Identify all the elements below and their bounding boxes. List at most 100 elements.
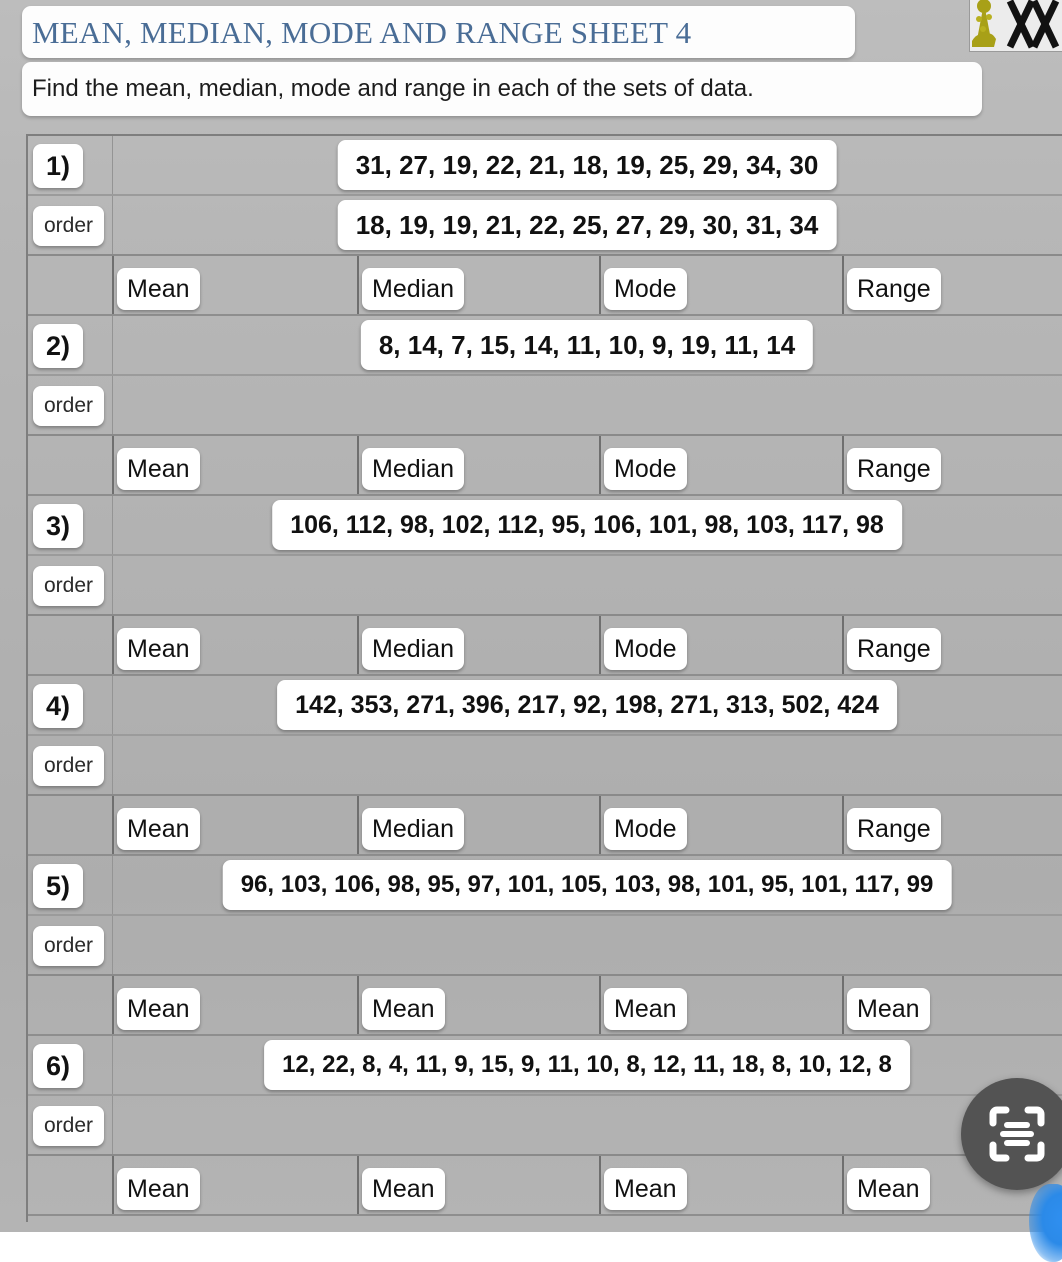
label-mean-3: Mean	[117, 628, 200, 670]
accent-highlight	[1029, 1184, 1062, 1262]
label-range-2: Range	[847, 448, 941, 490]
answer-row-1[interactable]: Mean Median Mode Range	[28, 256, 1062, 316]
order-row-4[interactable]: order	[28, 736, 1062, 796]
answer-row-3[interactable]: Mean Median Mode Range	[28, 616, 1062, 676]
label-median-6: Mean	[362, 1168, 445, 1210]
order-row-5[interactable]: order	[28, 916, 1062, 976]
order-label-5: order	[33, 926, 105, 966]
label-median-5: Mean	[362, 988, 445, 1030]
answer-row-5[interactable]: Mean Mean Mean Mean	[28, 976, 1062, 1036]
question-number-6: 6)	[33, 1044, 84, 1088]
label-mean-4: Mean	[117, 808, 200, 850]
column-divider	[599, 436, 601, 494]
question-group-3: 3) 106, 112, 98, 102, 112, 95, 106, 101,…	[28, 496, 1062, 676]
text-scan-fab-button[interactable]	[961, 1078, 1062, 1190]
column-divider	[599, 256, 601, 314]
column-divider	[842, 976, 844, 1034]
column-divider	[112, 376, 113, 434]
order-label-4: order	[33, 746, 105, 786]
question-row-4: 4) 142, 353, 271, 396, 217, 92, 198, 271…	[28, 676, 1062, 736]
label-median-4: Median	[362, 808, 464, 850]
column-divider	[842, 796, 844, 854]
order-row-1[interactable]: order 18, 19, 19, 21, 22, 25, 27, 29, 30…	[28, 196, 1062, 256]
column-divider	[112, 736, 113, 794]
label-median-1: Median	[362, 268, 464, 310]
instruction-text: Find the mean, median, mode and range in…	[32, 75, 754, 102]
order-label-2: order	[33, 386, 105, 426]
column-divider	[842, 1156, 844, 1214]
question-group-1: 1) 31, 27, 19, 22, 21, 18, 19, 25, 29, 3…	[28, 136, 1062, 316]
column-divider	[842, 616, 844, 674]
question-number-5: 5)	[33, 864, 84, 908]
order-row-2[interactable]: order	[28, 376, 1062, 436]
label-mean-1: Mean	[117, 268, 200, 310]
order-row-3[interactable]: order	[28, 556, 1062, 616]
question-row-1: 1) 31, 27, 19, 22, 21, 18, 19, 25, 29, 3…	[28, 136, 1062, 196]
column-divider	[599, 796, 601, 854]
label-range-6: Mean	[847, 1168, 930, 1210]
column-divider	[112, 1036, 113, 1094]
column-divider	[599, 976, 601, 1034]
data-set-2: 8, 14, 7, 15, 14, 11, 10, 9, 19, 11, 14	[360, 320, 814, 370]
column-divider	[112, 436, 114, 494]
data-set-6: 12, 22, 8, 4, 11, 9, 15, 9, 11, 10, 8, 1…	[264, 1040, 910, 1090]
column-divider	[112, 916, 113, 974]
column-divider	[112, 1156, 114, 1214]
label-mode-2: Mode	[604, 448, 687, 490]
answer-row-6[interactable]: Mean Mean Mean Mean	[28, 1156, 1062, 1216]
column-divider	[112, 676, 113, 734]
answer-row-2[interactable]: Mean Median Mode Range	[28, 436, 1062, 496]
question-number-4: 4)	[33, 684, 84, 728]
question-group-4: 4) 142, 353, 271, 396, 217, 92, 198, 271…	[28, 676, 1062, 856]
column-divider	[112, 196, 113, 254]
question-row-6: 6) 12, 22, 8, 4, 11, 9, 15, 9, 11, 10, 8…	[28, 1036, 1062, 1096]
label-mean-2: Mean	[117, 448, 200, 490]
question-row-3: 3) 106, 112, 98, 102, 112, 95, 106, 101,…	[28, 496, 1062, 556]
column-divider	[357, 1156, 359, 1214]
worksheet-table: 1) 31, 27, 19, 22, 21, 18, 19, 25, 29, 3…	[26, 134, 1062, 1222]
label-mean-5: Mean	[117, 988, 200, 1030]
ordered-set-1: 18, 19, 19, 21, 22, 25, 27, 29, 30, 31, …	[337, 200, 837, 250]
question-group-5: 5) 96, 103, 106, 98, 95, 97, 101, 105, 1…	[28, 856, 1062, 1036]
column-divider	[357, 256, 359, 314]
column-divider	[357, 976, 359, 1034]
order-label-6: order	[33, 1106, 105, 1146]
column-divider	[112, 496, 113, 554]
question-row-2: 2) 8, 14, 7, 15, 14, 11, 10, 9, 19, 11, …	[28, 316, 1062, 376]
label-mode-4: Mode	[604, 808, 687, 850]
label-mode-6: Mean	[604, 1168, 687, 1210]
column-divider	[112, 856, 113, 914]
column-divider	[599, 616, 601, 674]
order-label-3: order	[33, 566, 105, 606]
label-range-3: Range	[847, 628, 941, 670]
column-divider	[357, 796, 359, 854]
column-divider	[112, 976, 114, 1034]
math-salamanders-logo-icon	[969, 0, 1062, 52]
page-title: MEAN, MEDIAN, MODE AND RANGE SHEET 4	[32, 15, 692, 50]
question-group-6: 6) 12, 22, 8, 4, 11, 9, 15, 9, 11, 10, 8…	[28, 1036, 1062, 1216]
question-number-1: 1)	[33, 144, 84, 188]
question-number-3: 3)	[33, 504, 84, 548]
column-divider	[112, 1096, 113, 1154]
question-group-2: 2) 8, 14, 7, 15, 14, 11, 10, 9, 19, 11, …	[28, 316, 1062, 496]
label-range-1: Range	[847, 268, 941, 310]
answer-row-4[interactable]: Mean Median Mode Range	[28, 796, 1062, 856]
label-range-5: Mean	[847, 988, 930, 1030]
label-mean-6: Mean	[117, 1168, 200, 1210]
data-set-1: 31, 27, 19, 22, 21, 18, 19, 25, 29, 34, …	[337, 140, 837, 190]
column-divider	[357, 436, 359, 494]
column-divider	[357, 616, 359, 674]
column-divider	[112, 796, 114, 854]
label-range-4: Range	[847, 808, 941, 850]
label-mode-5: Mean	[604, 988, 687, 1030]
question-row-5: 5) 96, 103, 106, 98, 95, 97, 101, 105, 1…	[28, 856, 1062, 916]
column-divider	[112, 136, 113, 194]
column-divider	[842, 436, 844, 494]
order-row-6[interactable]: order	[28, 1096, 1062, 1156]
column-divider	[112, 316, 113, 374]
column-divider	[599, 1156, 601, 1214]
label-mode-3: Mode	[604, 628, 687, 670]
data-set-4: 142, 353, 271, 396, 217, 92, 198, 271, 3…	[277, 680, 897, 730]
column-divider	[112, 556, 113, 614]
worksheet-page: MEAN, MEDIAN, MODE AND RANGE SHEET 4 Fin…	[0, 0, 1062, 1262]
